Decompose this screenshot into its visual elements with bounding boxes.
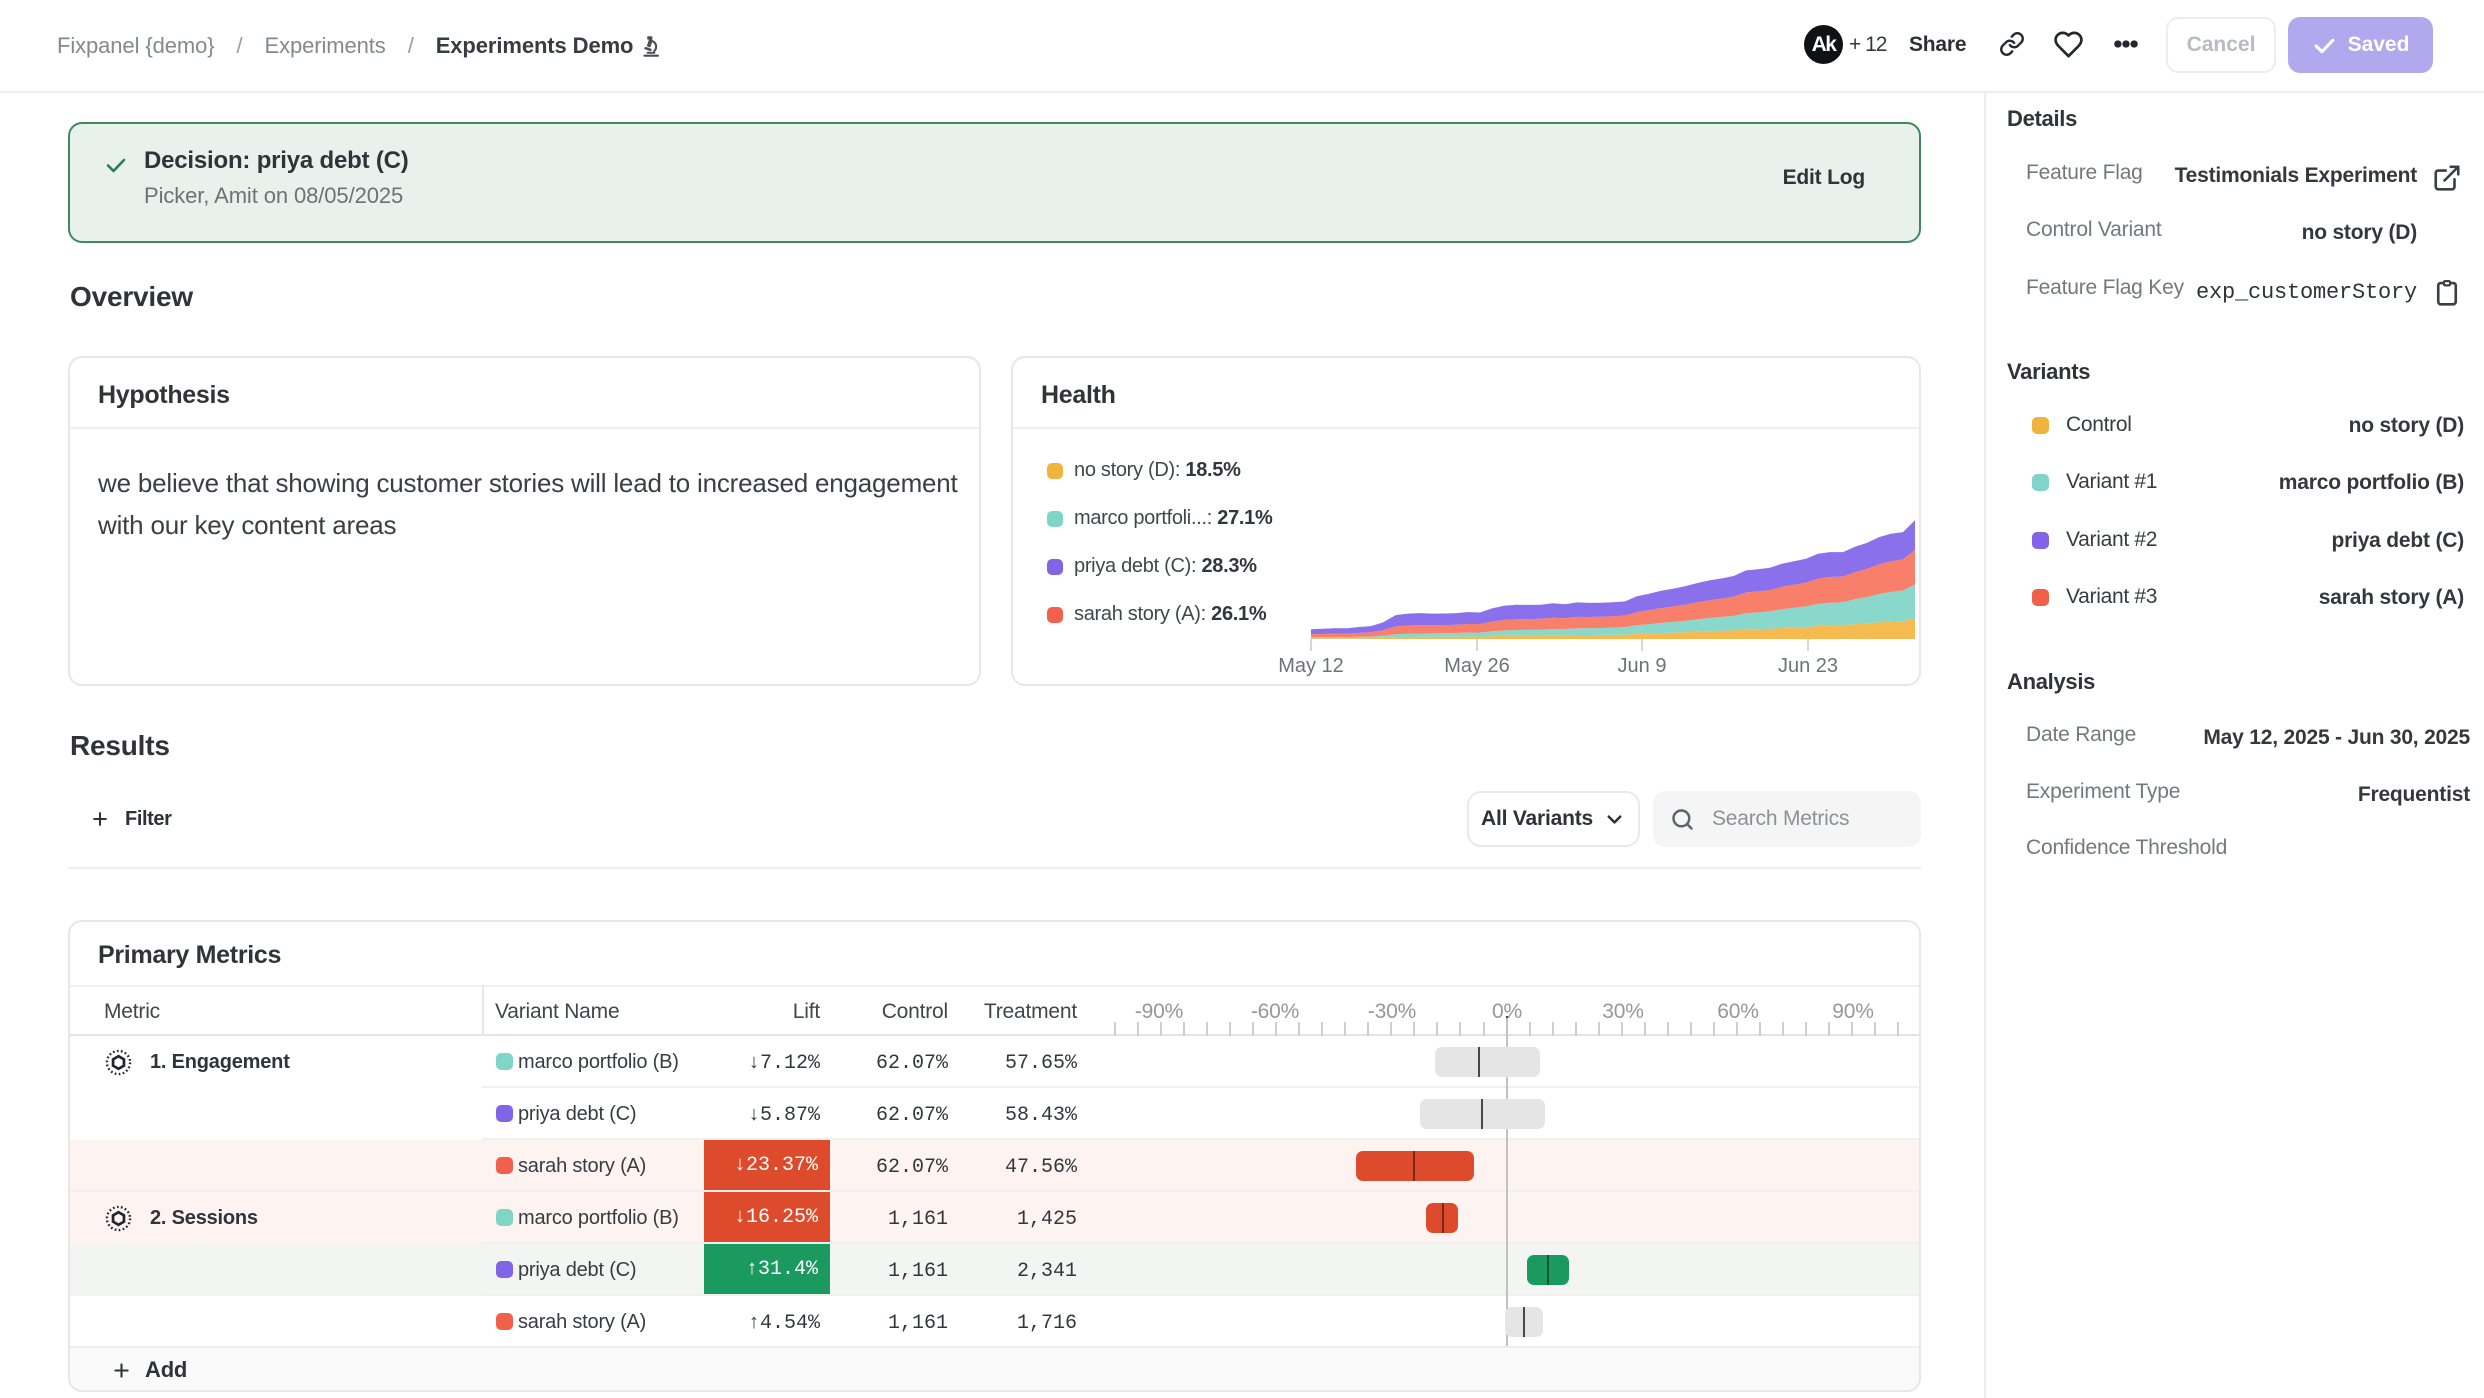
svg-text:May 12: May 12: [1278, 655, 1344, 677]
svg-text:Jun 9: Jun 9: [1618, 655, 1667, 677]
svg-text:Jun 23: Jun 23: [1778, 655, 1838, 677]
svg-text:May 26: May 26: [1444, 655, 1510, 677]
